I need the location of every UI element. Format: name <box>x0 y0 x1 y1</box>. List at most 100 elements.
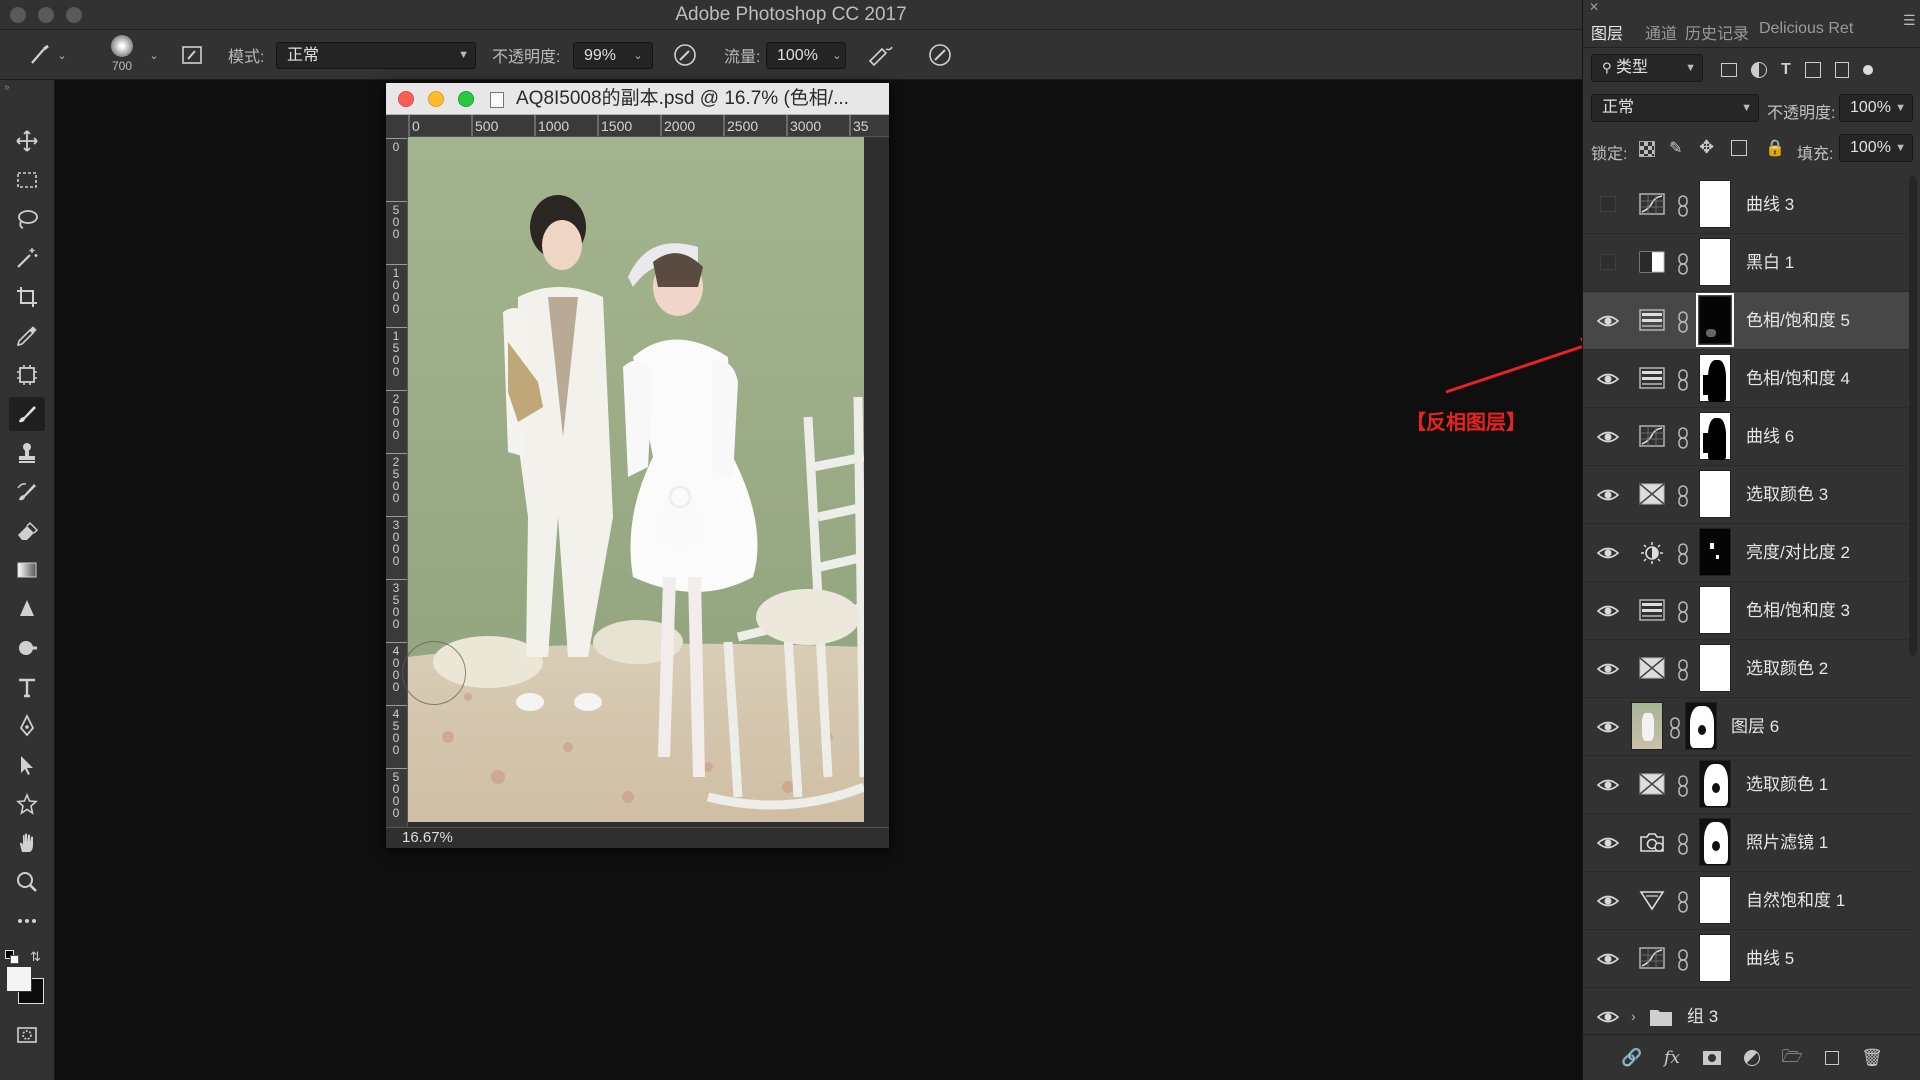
link-icon[interactable] <box>1677 891 1689 913</box>
layer-name[interactable]: 色相/饱和度 4 <box>1746 350 1850 408</box>
link-icon[interactable] <box>1677 311 1689 333</box>
lasso-tool-icon[interactable] <box>9 202 45 236</box>
new-layer-icon[interactable] <box>1819 1045 1845 1071</box>
vertical-ruler[interactable]: 0 5 0 0 1 0 0 0 1 5 0 0 2 0 0 0 2 5 0 0 3 0 0 … <box>386 137 408 827</box>
marquee-tool-icon[interactable] <box>9 163 45 197</box>
fx-icon[interactable]: fx <box>1659 1045 1685 1071</box>
layer-opacity-field[interactable]: 100% ▼ <box>1839 94 1913 122</box>
layer-mask-thumbnail[interactable] <box>1699 528 1731 576</box>
pressure-size-icon[interactable] <box>924 40 956 70</box>
link-icon[interactable] <box>1677 253 1689 275</box>
tab-layers[interactable]: 图层 <box>1591 20 1623 44</box>
fill-field[interactable]: 100% ▼ <box>1839 134 1913 162</box>
filter-smart-object-icon[interactable] <box>1834 62 1849 78</box>
more-tools-icon[interactable] <box>9 904 45 938</box>
layer-mask-thumbnail[interactable] <box>1699 876 1731 924</box>
eye-icon[interactable] <box>1596 427 1620 447</box>
doc-close-button[interactable] <box>398 91 414 107</box>
chevron-right-icon[interactable]: › <box>1631 1008 1636 1024</box>
layer-row[interactable]: 曲线 6 <box>1583 408 1913 466</box>
visibility-toggle[interactable] <box>1600 196 1616 212</box>
layer-name[interactable]: 曲线 3 <box>1746 176 1794 234</box>
layer-mask-thumbnail[interactable] <box>1699 180 1731 228</box>
document-title-bar[interactable]: AQ8I5008的副本.psd @ 16.7% (色相/... <box>386 83 889 115</box>
hand-tool-icon[interactable] <box>9 826 45 860</box>
tab-channels[interactable]: 通道 <box>1645 20 1677 44</box>
brush-size-picker[interactable]: 700 <box>106 34 138 74</box>
adjustment-icon[interactable] <box>1739 1045 1765 1071</box>
quick-mask-icon[interactable] <box>9 1018 45 1052</box>
folder-icon[interactable]: 🗁 <box>1779 1045 1805 1071</box>
brush-tool-icon[interactable] <box>9 397 45 431</box>
link-icon[interactable] <box>1677 601 1689 623</box>
tab-history[interactable]: 历史记录 <box>1685 20 1749 44</box>
brush-panel-toggle-icon[interactable] <box>176 40 208 70</box>
layer-name[interactable]: 黑白 1 <box>1746 234 1794 292</box>
black-white-icon[interactable] <box>1639 251 1667 275</box>
flow-slider-chevron-icon[interactable]: ⌄ <box>826 40 848 70</box>
layer-name[interactable]: 组 3 <box>1687 988 1718 1034</box>
layer-name[interactable]: 曲线 5 <box>1746 930 1794 988</box>
curves-icon[interactable] <box>1639 947 1667 971</box>
move-tool-icon[interactable] <box>9 124 45 158</box>
layer-name[interactable]: 照片滤镜 1 <box>1746 814 1828 872</box>
frame-tool-icon[interactable] <box>9 358 45 392</box>
link-icon[interactable] <box>1677 543 1689 565</box>
zoom-tool-icon[interactable] <box>9 865 45 899</box>
layer-row[interactable]: 亮度/对比度 2 <box>1583 524 1913 582</box>
gradient-icon[interactable] <box>9 553 45 587</box>
tab-delicious-retouch[interactable]: Delicious Ret <box>1759 20 1853 38</box>
mode-dropdown[interactable]: 正常 ▼ <box>276 42 476 69</box>
filter-type-icon[interactable]: T <box>1781 61 1791 79</box>
ruler-origin[interactable] <box>386 115 408 137</box>
filter-toggle-icon[interactable] <box>1862 65 1873 75</box>
layer-name[interactable]: 色相/饱和度 5 <box>1746 292 1850 350</box>
filter-adjustment-icon[interactable] <box>1751 62 1767 78</box>
layer-name[interactable]: 选取颜色 2 <box>1746 640 1828 698</box>
layer-mask-thumbnail[interactable] <box>1699 586 1731 634</box>
brush-preset-icon[interactable] <box>24 40 56 70</box>
magic-wand-icon[interactable] <box>9 241 45 275</box>
path-select-icon[interactable] <box>9 748 45 782</box>
layer-row[interactable]: › 组 3 <box>1583 988 1913 1034</box>
lock-artboard-icon[interactable] <box>1731 140 1747 156</box>
layer-row[interactable]: 曲线 5 <box>1583 930 1913 988</box>
filter-shape-icon[interactable] <box>1804 62 1821 78</box>
link-icon[interactable] <box>1677 833 1689 855</box>
horizontal-ruler[interactable]: 0 500 1000 1500 2000 2500 3000 35 <box>408 115 889 137</box>
link-icon[interactable] <box>1677 659 1689 681</box>
layer-mask-thumbnail[interactable] <box>1699 644 1731 692</box>
lock-all-icon[interactable]: 🔒 <box>1765 138 1785 158</box>
link-icon[interactable] <box>1677 775 1689 797</box>
curves-icon[interactable] <box>1639 193 1667 217</box>
layer-row[interactable]: 照片滤镜 1 <box>1583 814 1913 872</box>
eye-icon[interactable] <box>1596 717 1620 737</box>
photo-filter-icon[interactable] <box>1639 831 1667 855</box>
layer-row[interactable]: 色相/饱和度 3 <box>1583 582 1913 640</box>
filter-pixel-icon[interactable] <box>1721 63 1737 77</box>
link-icon[interactable] <box>1677 427 1689 449</box>
collapse-toolbar-icon[interactable]: » <box>4 82 10 93</box>
layer-name[interactable]: 选取颜色 3 <box>1746 466 1828 524</box>
eyedropper-icon[interactable] <box>9 319 45 353</box>
stamp-tool-icon[interactable] <box>9 436 45 470</box>
eye-icon[interactable] <box>1596 369 1620 389</box>
opacity-slider-chevron-icon[interactable]: ⌄ <box>627 40 649 70</box>
link-icon[interactable] <box>1677 949 1689 971</box>
foreground-color-swatch[interactable] <box>6 966 32 992</box>
layer-name[interactable]: 图层 6 <box>1731 698 1779 756</box>
link-icon[interactable] <box>1669 717 1681 739</box>
blur-tool-icon[interactable] <box>9 592 45 626</box>
eye-icon[interactable] <box>1596 949 1620 969</box>
layer-mask-thumbnail[interactable] <box>1696 293 1734 347</box>
layer-filter-dropdown[interactable]: ⚲ 类型 ▼ <box>1591 54 1703 82</box>
eye-icon[interactable] <box>1596 311 1620 331</box>
mask-icon[interactable] <box>1699 1045 1725 1071</box>
default-colors-icon[interactable] <box>5 950 21 966</box>
layer-row[interactable]: 自然饱和度 1 <box>1583 872 1913 930</box>
hue-saturation-icon[interactable] <box>1639 309 1667 333</box>
eye-icon[interactable] <box>1596 775 1620 795</box>
eye-icon[interactable] <box>1596 659 1620 679</box>
layer-mask-thumbnail[interactable] <box>1699 412 1731 460</box>
airbrush-icon[interactable] <box>864 40 896 70</box>
